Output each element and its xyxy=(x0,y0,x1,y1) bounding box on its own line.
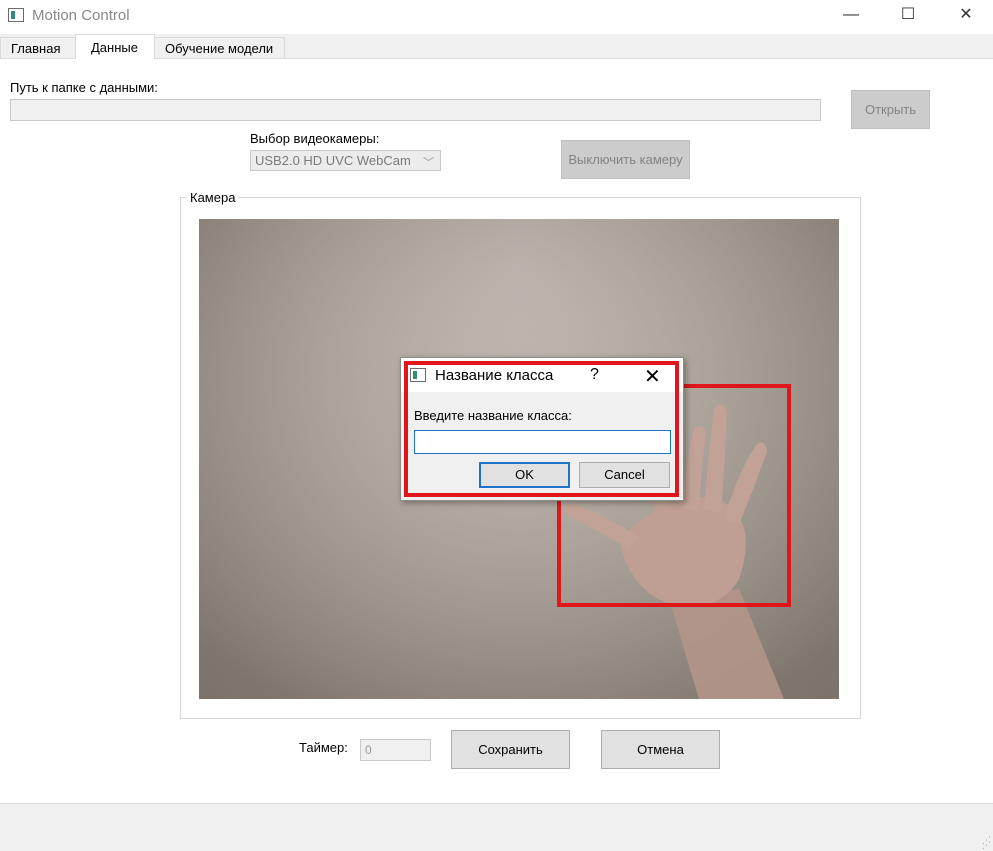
timer-label: Таймер: xyxy=(299,740,348,755)
camera-select[interactable]: USB2.0 HD UVC WebCam ﹀ xyxy=(250,150,441,171)
status-bar xyxy=(0,803,993,851)
cancel-button[interactable]: Отмена xyxy=(601,730,720,769)
save-button[interactable]: Сохранить xyxy=(451,730,570,769)
timer-field[interactable]: 0 xyxy=(360,739,431,761)
minimize-button[interactable]: — xyxy=(828,0,874,32)
window-title: Motion Control xyxy=(32,7,130,24)
tab-data[interactable]: Данные xyxy=(75,34,155,59)
dialog-highlight-frame xyxy=(404,361,679,497)
app-icon xyxy=(8,8,24,22)
data-path-label: Путь к папке с данными: xyxy=(10,80,158,95)
camera-toggle-button[interactable]: Выключить камеру xyxy=(561,140,690,179)
tab-main[interactable]: Главная xyxy=(0,37,76,58)
camera-select-value: USB2.0 HD UVC WebCam xyxy=(255,153,411,168)
maximize-button[interactable]: ☐ xyxy=(885,0,931,32)
camera-group-label: Камера xyxy=(187,190,239,205)
data-path-field[interactable] xyxy=(10,99,821,121)
close-window-button[interactable]: ✕ xyxy=(943,0,989,32)
size-grip-icon[interactable]: ⋰ ⋰ xyxy=(982,836,992,850)
open-folder-button[interactable]: Открыть xyxy=(851,90,930,129)
chevron-down-icon: ﹀ xyxy=(423,157,434,169)
camera-select-label: Выбор видеокамеры: xyxy=(250,131,380,146)
tab-model-training[interactable]: Обучение модели xyxy=(154,37,285,58)
